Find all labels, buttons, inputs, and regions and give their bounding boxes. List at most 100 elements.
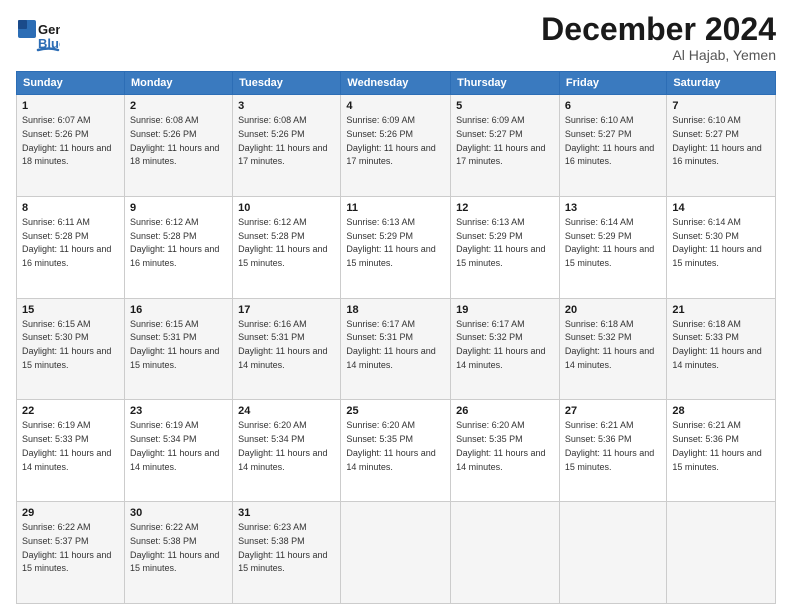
- day-number: 15: [22, 303, 119, 318]
- table-cell: 18 Sunrise: 6:17 AMSunset: 5:31 PMDaylig…: [341, 298, 451, 400]
- day-number: 19: [456, 303, 554, 318]
- table-cell: 30 Sunrise: 6:22 AMSunset: 5:38 PMDaylig…: [124, 502, 232, 604]
- table-cell: 2 Sunrise: 6:08 AMSunset: 5:26 PMDayligh…: [124, 95, 232, 197]
- day-info: Sunrise: 6:18 AMSunset: 5:33 PMDaylight:…: [672, 319, 761, 370]
- day-number: 25: [346, 404, 445, 419]
- day-info: Sunrise: 6:14 AMSunset: 5:30 PMDaylight:…: [672, 217, 761, 268]
- logo: General Blue: [16, 12, 60, 56]
- day-number: 7: [672, 99, 770, 114]
- day-info: Sunrise: 6:17 AMSunset: 5:31 PMDaylight:…: [346, 319, 435, 370]
- day-info: Sunrise: 6:20 AMSunset: 5:34 PMDaylight:…: [238, 420, 327, 471]
- table-cell: 9 Sunrise: 6:12 AMSunset: 5:28 PMDayligh…: [124, 196, 232, 298]
- day-number: 30: [130, 506, 227, 521]
- week-row-2: 8 Sunrise: 6:11 AMSunset: 5:28 PMDayligh…: [17, 196, 776, 298]
- day-number: 31: [238, 506, 335, 521]
- day-number: 11: [346, 201, 445, 216]
- day-info: Sunrise: 6:08 AMSunset: 5:26 PMDaylight:…: [130, 115, 219, 166]
- day-info: Sunrise: 6:20 AMSunset: 5:35 PMDaylight:…: [346, 420, 435, 471]
- table-cell: 5 Sunrise: 6:09 AMSunset: 5:27 PMDayligh…: [451, 95, 560, 197]
- table-cell: 14 Sunrise: 6:14 AMSunset: 5:30 PMDaylig…: [667, 196, 776, 298]
- table-cell: 29 Sunrise: 6:22 AMSunset: 5:37 PMDaylig…: [17, 502, 125, 604]
- table-cell: [341, 502, 451, 604]
- day-info: Sunrise: 6:10 AMSunset: 5:27 PMDaylight:…: [565, 115, 654, 166]
- day-info: Sunrise: 6:17 AMSunset: 5:32 PMDaylight:…: [456, 319, 545, 370]
- day-number: 23: [130, 404, 227, 419]
- table-cell: 13 Sunrise: 6:14 AMSunset: 5:29 PMDaylig…: [559, 196, 666, 298]
- day-info: Sunrise: 6:09 AMSunset: 5:26 PMDaylight:…: [346, 115, 435, 166]
- day-number: 9: [130, 201, 227, 216]
- day-number: 8: [22, 201, 119, 216]
- table-cell: 26 Sunrise: 6:20 AMSunset: 5:35 PMDaylig…: [451, 400, 560, 502]
- day-number: 29: [22, 506, 119, 521]
- day-info: Sunrise: 6:19 AMSunset: 5:33 PMDaylight:…: [22, 420, 111, 471]
- day-info: Sunrise: 6:11 AMSunset: 5:28 PMDaylight:…: [22, 217, 111, 268]
- title-area: December 2024 Al Hajab, Yemen: [541, 12, 776, 63]
- table-cell: 22 Sunrise: 6:19 AMSunset: 5:33 PMDaylig…: [17, 400, 125, 502]
- month-title: December 2024: [541, 12, 776, 47]
- col-wednesday: Wednesday: [341, 72, 451, 95]
- day-number: 22: [22, 404, 119, 419]
- table-cell: 25 Sunrise: 6:20 AMSunset: 5:35 PMDaylig…: [341, 400, 451, 502]
- day-number: 17: [238, 303, 335, 318]
- day-info: Sunrise: 6:22 AMSunset: 5:37 PMDaylight:…: [22, 522, 111, 573]
- table-cell: 3 Sunrise: 6:08 AMSunset: 5:26 PMDayligh…: [233, 95, 341, 197]
- col-sunday: Sunday: [17, 72, 125, 95]
- day-number: 13: [565, 201, 661, 216]
- day-number: 2: [130, 99, 227, 114]
- table-cell: 16 Sunrise: 6:15 AMSunset: 5:31 PMDaylig…: [124, 298, 232, 400]
- table-cell: 19 Sunrise: 6:17 AMSunset: 5:32 PMDaylig…: [451, 298, 560, 400]
- table-cell: 10 Sunrise: 6:12 AMSunset: 5:28 PMDaylig…: [233, 196, 341, 298]
- day-number: 24: [238, 404, 335, 419]
- day-info: Sunrise: 6:18 AMSunset: 5:32 PMDaylight:…: [565, 319, 654, 370]
- day-info: Sunrise: 6:09 AMSunset: 5:27 PMDaylight:…: [456, 115, 545, 166]
- day-number: 14: [672, 201, 770, 216]
- day-info: Sunrise: 6:13 AMSunset: 5:29 PMDaylight:…: [346, 217, 435, 268]
- header: General Blue December 2024 Al Hajab, Yem…: [16, 12, 776, 63]
- logo-icon: General Blue: [16, 12, 60, 56]
- table-cell: [667, 502, 776, 604]
- table-cell: 12 Sunrise: 6:13 AMSunset: 5:29 PMDaylig…: [451, 196, 560, 298]
- svg-text:General: General: [38, 22, 60, 37]
- day-info: Sunrise: 6:16 AMSunset: 5:31 PMDaylight:…: [238, 319, 327, 370]
- table-cell: 4 Sunrise: 6:09 AMSunset: 5:26 PMDayligh…: [341, 95, 451, 197]
- header-row: Sunday Monday Tuesday Wednesday Thursday…: [17, 72, 776, 95]
- day-number: 16: [130, 303, 227, 318]
- day-number: 6: [565, 99, 661, 114]
- table-cell: 20 Sunrise: 6:18 AMSunset: 5:32 PMDaylig…: [559, 298, 666, 400]
- table-cell: 23 Sunrise: 6:19 AMSunset: 5:34 PMDaylig…: [124, 400, 232, 502]
- day-info: Sunrise: 6:21 AMSunset: 5:36 PMDaylight:…: [565, 420, 654, 471]
- calendar-table: Sunday Monday Tuesday Wednesday Thursday…: [16, 71, 776, 604]
- col-tuesday: Tuesday: [233, 72, 341, 95]
- day-info: Sunrise: 6:19 AMSunset: 5:34 PMDaylight:…: [130, 420, 219, 471]
- table-cell: 6 Sunrise: 6:10 AMSunset: 5:27 PMDayligh…: [559, 95, 666, 197]
- table-cell: 8 Sunrise: 6:11 AMSunset: 5:28 PMDayligh…: [17, 196, 125, 298]
- day-info: Sunrise: 6:13 AMSunset: 5:29 PMDaylight:…: [456, 217, 545, 268]
- table-cell: 17 Sunrise: 6:16 AMSunset: 5:31 PMDaylig…: [233, 298, 341, 400]
- col-friday: Friday: [559, 72, 666, 95]
- day-info: Sunrise: 6:14 AMSunset: 5:29 PMDaylight:…: [565, 217, 654, 268]
- day-number: 10: [238, 201, 335, 216]
- day-number: 28: [672, 404, 770, 419]
- table-cell: 1 Sunrise: 6:07 AMSunset: 5:26 PMDayligh…: [17, 95, 125, 197]
- day-info: Sunrise: 6:10 AMSunset: 5:27 PMDaylight:…: [672, 115, 761, 166]
- table-cell: 28 Sunrise: 6:21 AMSunset: 5:36 PMDaylig…: [667, 400, 776, 502]
- day-number: 26: [456, 404, 554, 419]
- day-number: 3: [238, 99, 335, 114]
- week-row-1: 1 Sunrise: 6:07 AMSunset: 5:26 PMDayligh…: [17, 95, 776, 197]
- table-cell: 31 Sunrise: 6:23 AMSunset: 5:38 PMDaylig…: [233, 502, 341, 604]
- col-saturday: Saturday: [667, 72, 776, 95]
- day-info: Sunrise: 6:12 AMSunset: 5:28 PMDaylight:…: [130, 217, 219, 268]
- week-row-4: 22 Sunrise: 6:19 AMSunset: 5:33 PMDaylig…: [17, 400, 776, 502]
- table-cell: [451, 502, 560, 604]
- day-info: Sunrise: 6:12 AMSunset: 5:28 PMDaylight:…: [238, 217, 327, 268]
- day-info: Sunrise: 6:21 AMSunset: 5:36 PMDaylight:…: [672, 420, 761, 471]
- table-cell: 15 Sunrise: 6:15 AMSunset: 5:30 PMDaylig…: [17, 298, 125, 400]
- day-number: 27: [565, 404, 661, 419]
- table-cell: [559, 502, 666, 604]
- day-info: Sunrise: 6:23 AMSunset: 5:38 PMDaylight:…: [238, 522, 327, 573]
- day-number: 5: [456, 99, 554, 114]
- day-number: 1: [22, 99, 119, 114]
- day-info: Sunrise: 6:07 AMSunset: 5:26 PMDaylight:…: [22, 115, 111, 166]
- day-number: 4: [346, 99, 445, 114]
- table-cell: 21 Sunrise: 6:18 AMSunset: 5:33 PMDaylig…: [667, 298, 776, 400]
